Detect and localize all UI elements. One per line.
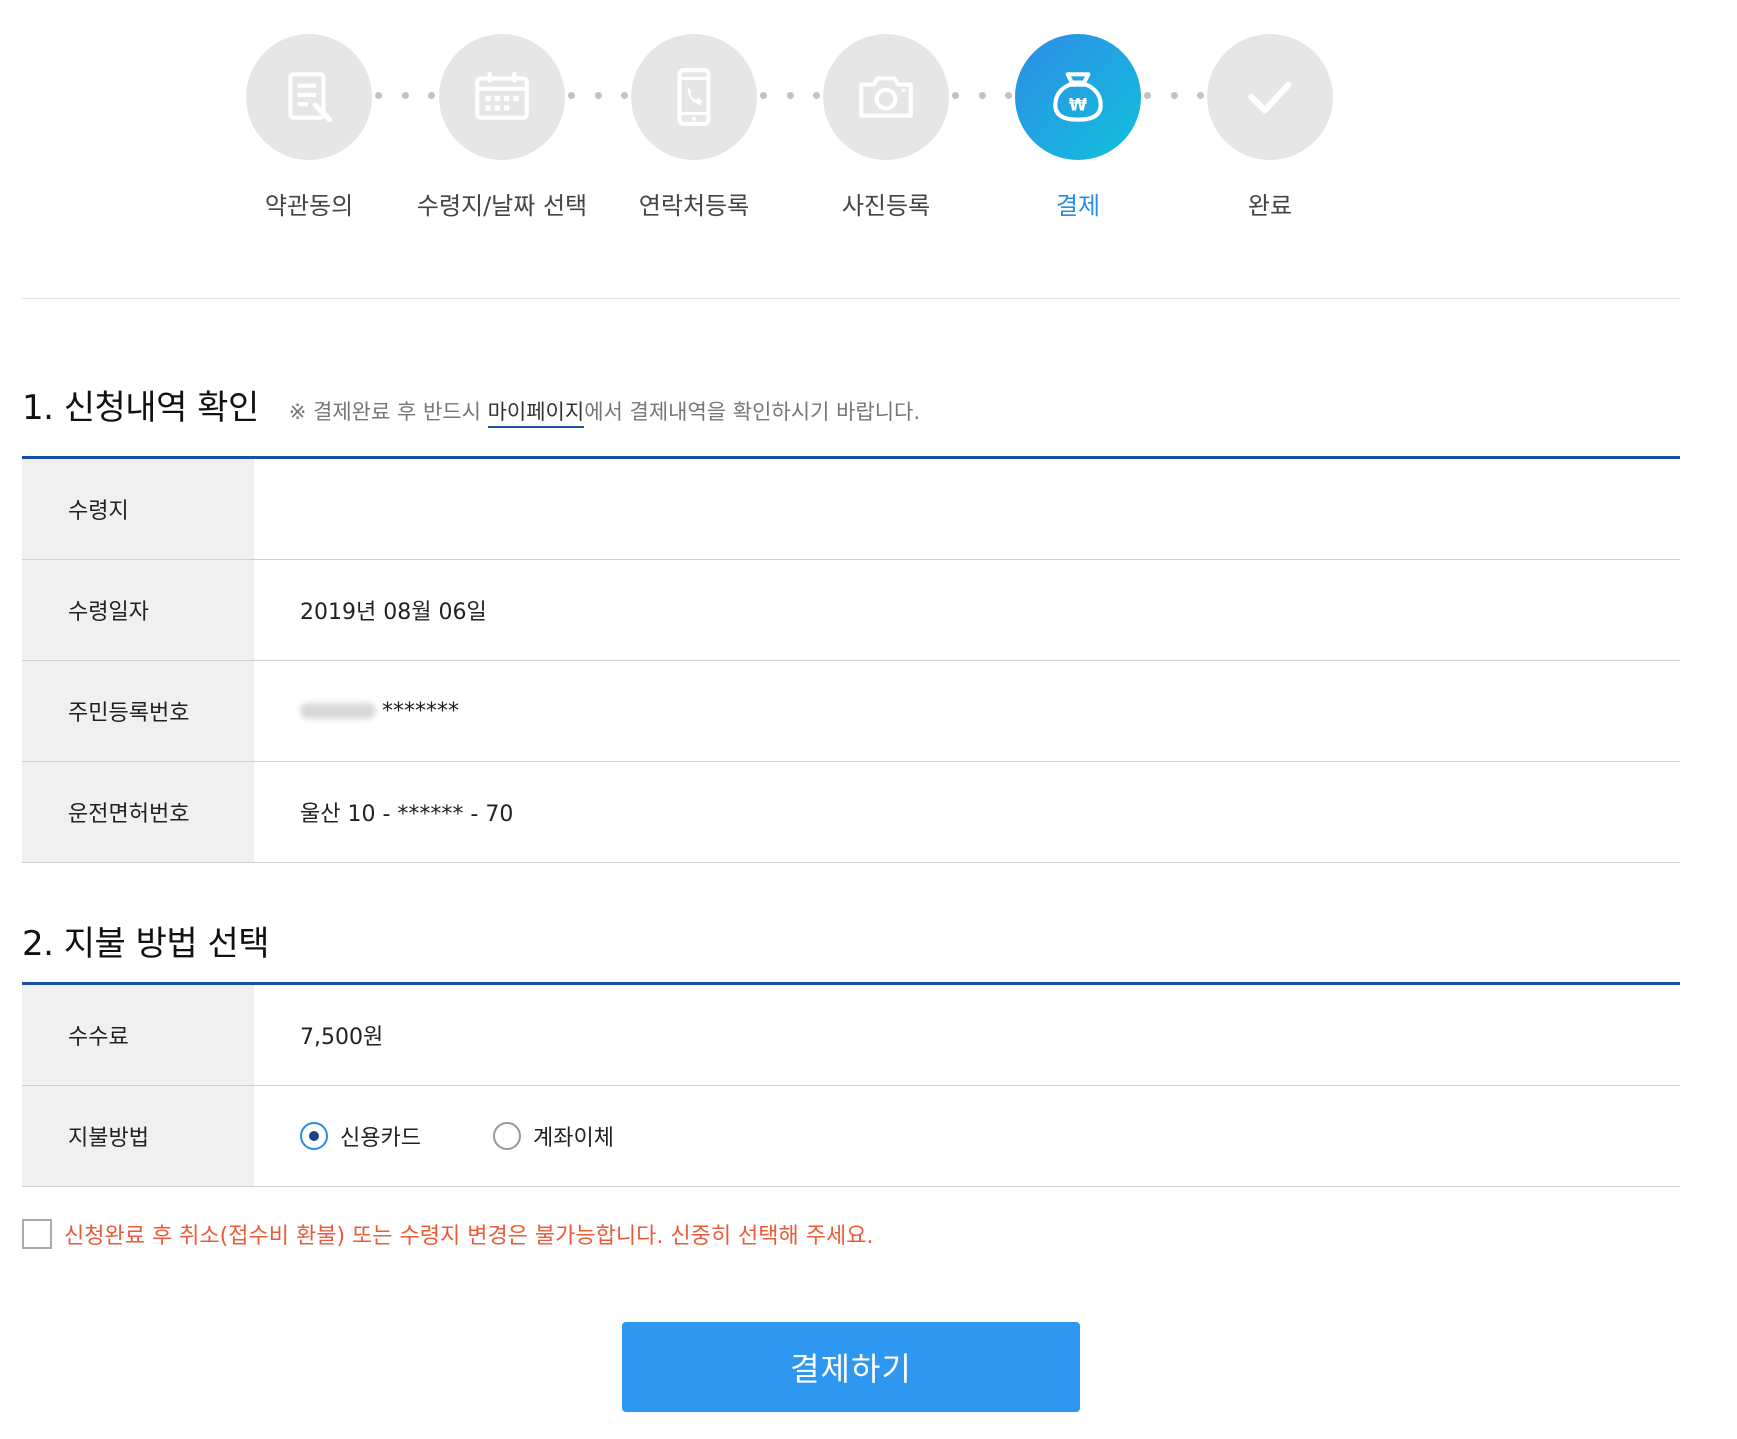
row-label: 수령일자 (22, 560, 254, 660)
table-row: 수령일자 2019년 08월 06일 (22, 560, 1680, 661)
application-details-table: 수령지 수령일자 2019년 08월 06일 주민등록번호 ******* 운전… (22, 456, 1680, 863)
checkmark-icon (1248, 81, 1292, 114)
phone-icon (677, 68, 711, 126)
step-photo: 사진등록 (796, 34, 976, 221)
table-row: 수수료 7,500원 (22, 985, 1680, 1086)
progress-stepper: 약관동의 수령지/날짜 선택 연락처등록 사진등록 ₩ 결제 완료 (22, 34, 1680, 234)
table-row: 주민등록번호 ******* (22, 661, 1680, 762)
step-pickup-date: 수령지/날짜 선택 (412, 34, 592, 221)
table-row: 수령지 (22, 459, 1680, 560)
mypage-link[interactable]: 마이페이지 (487, 400, 585, 428)
step-label: 완료 (1247, 192, 1293, 220)
radio-credit-card[interactable]: 신용카드 (300, 1120, 421, 1152)
row-value: ******* (382, 698, 459, 724)
step-circle (439, 34, 565, 160)
agreement-text: 신청완료 후 취소(접수비 환불) 또는 수령지 변경은 불가능합니다. 신중히… (64, 1224, 874, 1249)
step-complete: 완료 (1180, 34, 1360, 221)
step-circle (631, 34, 757, 160)
row-label: 수수료 (22, 985, 254, 1085)
step-circle (1207, 34, 1333, 160)
step-circle: ₩ (1015, 34, 1141, 160)
table-row: 지불방법 신용카드 계좌이체 (22, 1086, 1680, 1187)
row-value (254, 459, 1680, 559)
calendar-icon (475, 72, 529, 120)
svg-text:₩: ₩ (1069, 95, 1087, 114)
step-label: 사진등록 (841, 192, 931, 220)
section-title: 2. 지불 방법 선택 (22, 924, 270, 964)
agreement-row: 신청완료 후 취소(접수비 환불) 또는 수령지 변경은 불가능합니다. 신중히… (22, 1218, 874, 1250)
agreement-checkbox[interactable] (22, 1219, 52, 1249)
payment-bag-icon: ₩ (1053, 72, 1103, 122)
payment-page: 약관동의 수령지/날짜 선택 연락처등록 사진등록 ₩ 결제 완료 1. 신청내… (22, 0, 1680, 1439)
radio-label: 신용카드 (340, 1126, 421, 1151)
camera-icon (859, 76, 913, 118)
radio-group: 신용카드 계좌이체 (300, 1120, 686, 1152)
step-payment: ₩ 결제 (988, 34, 1168, 221)
step-label: 연락처등록 (638, 192, 750, 220)
step-circle (823, 34, 949, 160)
row-value: 울산 10 - ****** - 70 (300, 802, 514, 827)
row-label: 주민등록번호 (22, 661, 254, 761)
step-label: 결제 (1055, 192, 1101, 220)
note-suffix: 에서 결제내역을 확인하시기 바랍니다. (584, 400, 921, 424)
section-application-review-header: 1. 신청내역 확인 ※ 결제완료 후 반드시 마이페이지에서 결제내역을 확인… (22, 380, 920, 429)
pay-button[interactable]: 결제하기 (622, 1322, 1080, 1412)
blurred-digits (300, 703, 376, 719)
step-label: 수령지/날짜 선택 (416, 192, 588, 220)
radio-label: 계좌이체 (532, 1126, 614, 1151)
document-icon (288, 72, 333, 123)
divider (22, 298, 1680, 299)
row-label: 운전면허번호 (22, 762, 254, 862)
row-label: 수령지 (22, 459, 254, 559)
payment-method-table: 수수료 7,500원 지불방법 신용카드 계좌이체 (22, 982, 1680, 1187)
step-circle (246, 34, 372, 160)
section-payment-method-header: 2. 지불 방법 선택 (22, 916, 270, 965)
table-row: 운전면허번호 울산 10 - ****** - 70 (22, 762, 1680, 863)
note-prefix: ※ 결제완료 후 반드시 (288, 400, 488, 424)
row-value-container: ******* (254, 661, 1680, 761)
radio-circle-icon[interactable] (492, 1122, 521, 1150)
step-terms: 약관동의 (219, 34, 399, 221)
radio-dot-icon (309, 1131, 319, 1141)
step-label: 약관동의 (264, 192, 354, 220)
section-note: ※ 결제완료 후 반드시 마이페이지에서 결제내역을 확인하시기 바랍니다. (288, 396, 921, 428)
section-title: 1. 신청내역 확인 (22, 388, 259, 428)
row-label: 지불방법 (22, 1086, 254, 1186)
radio-bank-transfer[interactable]: 계좌이체 (492, 1120, 614, 1152)
row-value: 2019년 08월 06일 (300, 600, 487, 625)
radio-circle-icon[interactable] (300, 1122, 328, 1150)
payment-method-options: 신용카드 계좌이체 (254, 1086, 1680, 1186)
step-contact: 연락처등록 (604, 34, 784, 221)
fee-value: 7,500원 (300, 1025, 384, 1050)
